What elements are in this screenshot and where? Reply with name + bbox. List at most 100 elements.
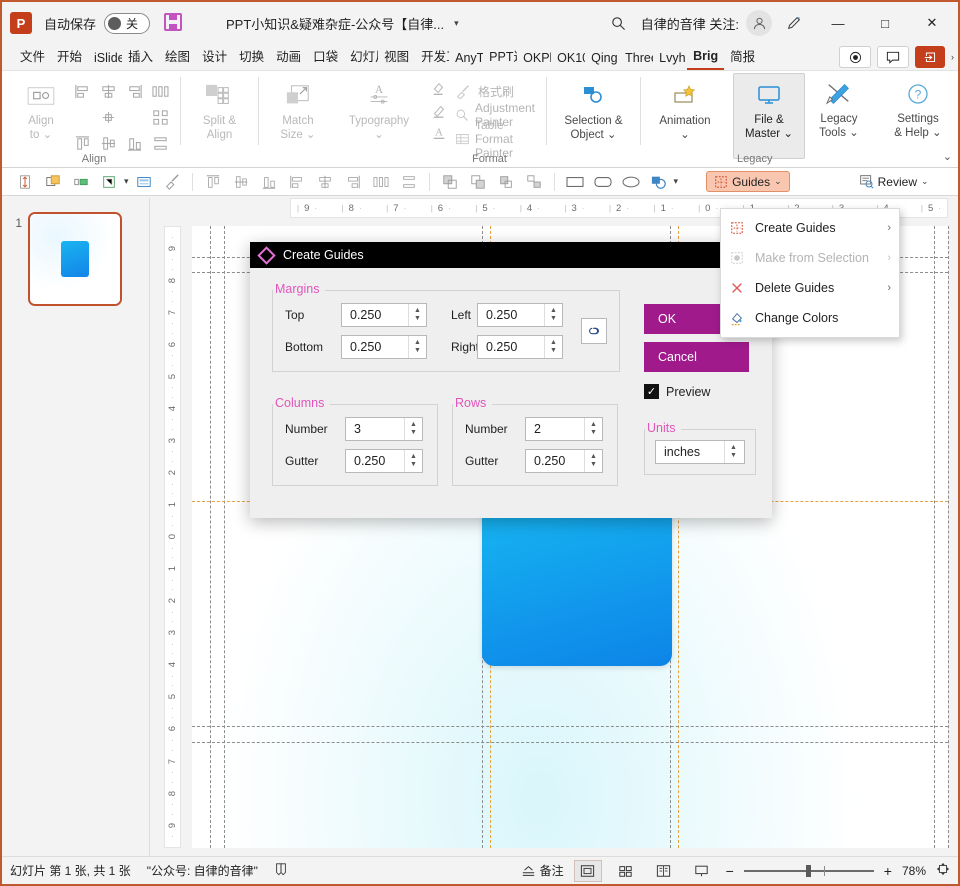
align-bottom-tb-icon[interactable] [256,171,282,193]
slide-sorter-view-button[interactable] [612,860,640,882]
rounded-rectangle-icon[interactable] [590,171,616,193]
tab-transitions[interactable]: 切换 [233,43,270,70]
rows-gutter-spinner[interactable]: ▲▼ [525,449,603,473]
vertical-ruler[interactable]: ·9··8··7··6··5··4··3··2··1··0··1··2··3··… [164,226,181,848]
guide-vertical-8[interactable] [948,226,949,848]
normal-view-button[interactable] [574,860,602,882]
align-center-tb-icon[interactable] [312,171,338,193]
typography-button[interactable]: A Typography ⌄ [341,75,417,142]
close-button[interactable]: ✕ [910,7,954,39]
selection-object-button[interactable]: Selection & Object ⌄ [554,75,632,142]
slide-thumbnail-pane[interactable]: 1 [2,198,150,856]
review-caret-icon[interactable]: ⌄ [921,176,929,187]
format-brush-small-icon[interactable] [429,79,449,99]
guides-button[interactable]: Guides ⌄ [706,171,790,192]
guide-vertical-2[interactable] [224,226,225,848]
pen-icon[interactable] [775,8,813,38]
margin-right-spinner[interactable]: ▲▼ [477,335,563,359]
typography-caret-icon[interactable]: ⌄ [374,128,384,142]
slide-counter[interactable]: 幻灯片 第 1 张, 共 1 张 [10,862,131,879]
margin-top-spin-buttons[interactable]: ▲▼ [408,304,426,326]
grid-arrange-icon[interactable] [150,107,170,127]
tab-okplus[interactable]: OKPlus [517,48,551,70]
shape-merge-icon[interactable] [646,171,672,193]
resize-height-icon[interactable] [12,171,38,193]
rows-number-spin-buttons[interactable]: ▲▼ [584,418,602,440]
distribute-vertical-icon[interactable] [150,133,170,153]
autosave-toggle[interactable]: 关 [104,13,150,34]
bring-front-icon[interactable] [437,171,463,193]
margin-bottom-input[interactable] [342,336,408,358]
group-objects-icon[interactable] [521,171,547,193]
record-icon[interactable] [839,46,871,68]
preview-checkbox[interactable]: ✓ [644,384,659,399]
tab-islide[interactable]: iSlide [88,48,122,70]
text-format-icon[interactable]: A [429,123,449,143]
dialog-title-bar[interactable]: Create Guides [250,242,772,268]
guide-horizontal-4[interactable] [192,726,948,727]
distribute-green-icon[interactable] [68,171,94,193]
minimize-button[interactable]: — [816,7,860,39]
tab-design[interactable]: 设计 [196,43,233,70]
reading-view-button[interactable] [650,860,678,882]
rows-gutter-input[interactable] [526,450,584,472]
tab-insert[interactable]: 插入 [122,43,159,70]
fit-text-caret-icon[interactable]: ▾ [124,176,129,187]
zoom-slider-handle[interactable] [806,865,811,877]
guide-horizontal-5[interactable] [192,742,948,743]
guides-caret-icon[interactable]: ⌄ [774,176,782,187]
units-spinner[interactable]: ▲▼ [655,440,745,464]
rectangle-shape-icon[interactable] [562,171,588,193]
tabs-overflow-caret-icon[interactable]: › [951,52,954,62]
match-size-button[interactable]: Match Size ⌄ [267,75,329,142]
tab-file[interactable]: 文件 [14,43,51,70]
units-spin-buttons[interactable]: ▲▼ [724,441,742,463]
margin-left-spinner[interactable]: ▲▼ [477,303,563,327]
distribute-vertical-tb-icon[interactable] [396,171,422,193]
align-bottom-icon[interactable] [124,133,144,153]
send-back-icon[interactable] [465,171,491,193]
align-middle-tb-icon[interactable] [228,171,254,193]
margin-bottom-spin-buttons[interactable]: ▲▼ [408,336,426,358]
tab-anything[interactable]: AnyThing [449,48,483,70]
tab-ok100[interactable]: OK100 [551,48,585,70]
menu-item-change-colors[interactable]: Change Colors [721,303,899,333]
text-box-icon[interactable] [131,171,157,193]
rows-number-spinner[interactable]: ▲▼ [525,417,603,441]
guide-vertical-1[interactable] [210,226,211,848]
shape-caret-icon[interactable]: ▾ [674,176,679,187]
split-align-button[interactable]: Split & Align [188,75,250,142]
margin-top-spinner[interactable]: ▲▼ [341,303,427,327]
avatar[interactable] [746,10,772,36]
align-top-icon[interactable] [72,133,92,153]
align-right-icon[interactable] [124,81,144,101]
cancel-button[interactable]: Cancel [644,342,749,372]
slide-thumbnail-1[interactable] [28,212,122,306]
file-master-button[interactable]: File & Master ⌄ [733,73,805,159]
align-middle-icon[interactable] [98,133,118,153]
rows-gutter-spin-buttons[interactable]: ▲▼ [584,450,602,472]
document-title[interactable]: PPT小知识&疑难杂症-公众号【自律... ▾ [226,14,459,33]
columns-gutter-input[interactable] [346,450,404,472]
preview-checkbox-row[interactable]: ✓ Preview [644,384,756,399]
margin-bottom-spinner[interactable]: ▲▼ [341,335,427,359]
columns-number-spin-buttons[interactable]: ▲▼ [404,418,422,440]
bring-forward-icon[interactable] [493,171,519,193]
columns-gutter-spin-buttons[interactable]: ▲▼ [404,450,422,472]
maximize-button[interactable]: □ [863,7,907,39]
menu-item-delete-guides[interactable]: Delete Guides › [721,273,899,303]
zoom-slider[interactable] [744,870,874,872]
animation-button[interactable]: Animation ⌄ [649,75,721,142]
tab-draw[interactable]: 绘图 [159,43,196,70]
thumbnail-item[interactable]: 1 [2,212,149,306]
align-center-icon[interactable] [98,81,118,101]
review-button[interactable]: Review ⌄ [854,171,934,192]
distribute-horizontal-tb-icon[interactable] [368,171,394,193]
slideshow-view-button[interactable] [688,860,716,882]
tab-view[interactable]: 视图 [378,43,415,70]
animation-caret-icon[interactable]: ⌄ [680,128,690,142]
blue-rounded-shape[interactable] [482,498,672,666]
margin-right-input[interactable] [478,336,544,358]
align-left-tb-icon[interactable] [284,171,310,193]
tab-qing[interactable]: Qing [585,48,619,70]
